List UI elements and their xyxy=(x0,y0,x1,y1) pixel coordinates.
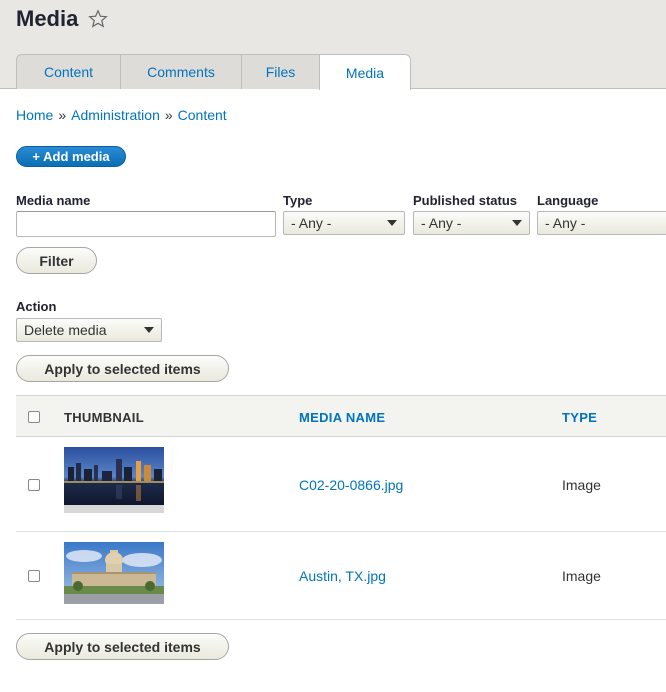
language-label: Language xyxy=(537,193,599,208)
action-label: Action xyxy=(16,299,57,314)
tab-comments[interactable]: Comments xyxy=(120,54,241,89)
select-all-checkbox[interactable] xyxy=(28,411,40,423)
breadcrumb-administration[interactable]: Administration xyxy=(71,107,160,123)
action-select[interactable]: Delete media xyxy=(16,318,162,342)
table-row: Austin, TX.jpg Image xyxy=(16,532,666,620)
published-status-select-value: - Any - xyxy=(421,215,462,231)
row-checkbox[interactable] xyxy=(28,479,40,491)
breadcrumb-separator: » xyxy=(164,107,173,123)
breadcrumb-separator: » xyxy=(58,107,67,123)
apply-to-selected-button-top[interactable]: Apply to selected items xyxy=(16,355,229,382)
column-header-type[interactable]: TYPE xyxy=(562,410,597,425)
action-select-value: Delete media xyxy=(24,322,107,338)
media-type: Image xyxy=(562,477,601,493)
column-header-media-name[interactable]: MEDIA NAME xyxy=(299,410,385,425)
media-name-label: Media name xyxy=(16,193,91,208)
media-type: Image xyxy=(562,568,601,584)
filter-button[interactable]: Filter xyxy=(16,247,97,274)
breadcrumb-home[interactable]: Home xyxy=(16,107,53,123)
capitol-building-thumbnail[interactable] xyxy=(64,542,164,608)
breadcrumb: Home » Administration » Content xyxy=(16,107,227,123)
tab-content[interactable]: Content xyxy=(16,54,120,89)
tab-media[interactable]: Media xyxy=(319,54,411,90)
breadcrumb-content[interactable]: Content xyxy=(178,107,227,123)
row-checkbox[interactable] xyxy=(28,570,40,582)
star-icon[interactable] xyxy=(88,9,108,29)
chevron-down-icon xyxy=(144,327,154,333)
language-select-value: - Any - xyxy=(545,215,586,231)
page-header: Media Content Comments Files Media xyxy=(0,0,666,90)
media-name-link[interactable]: C02-20-0866.jpg xyxy=(299,477,403,493)
column-header-thumbnail: THUMBNAIL xyxy=(64,410,144,425)
primary-tabs: Content Comments Files Media xyxy=(16,54,411,90)
chevron-down-icon xyxy=(512,220,522,226)
media-name-input[interactable] xyxy=(16,211,276,237)
published-status-select[interactable]: - Any - xyxy=(413,211,530,235)
tab-files[interactable]: Files xyxy=(241,54,319,89)
table-header: THUMBNAIL MEDIA NAME TYPE xyxy=(16,395,666,437)
media-name-link[interactable]: Austin, TX.jpg xyxy=(299,568,386,584)
add-media-button[interactable]: + Add media xyxy=(16,146,126,167)
table-row: C02-20-0866.jpg Image xyxy=(16,437,666,532)
city-skyline-thumbnail[interactable] xyxy=(64,447,164,513)
language-select[interactable]: - Any - xyxy=(537,211,666,235)
type-select[interactable]: - Any - xyxy=(283,211,405,235)
published-status-label: Published status xyxy=(413,193,518,208)
chevron-down-icon xyxy=(387,220,397,226)
page-title: Media xyxy=(16,6,79,31)
type-label: Type xyxy=(283,193,313,208)
apply-to-selected-button-bottom[interactable]: Apply to selected items xyxy=(16,633,229,660)
type-select-value: - Any - xyxy=(291,215,332,231)
